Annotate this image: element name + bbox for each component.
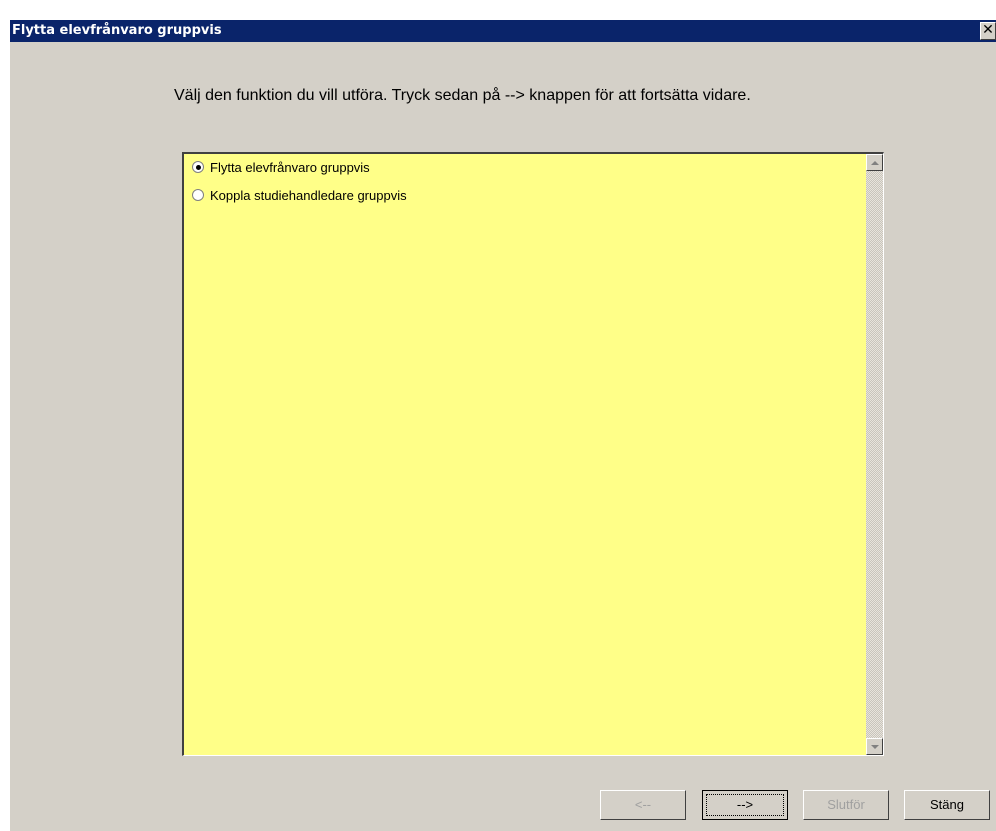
scroll-up-arrow-icon[interactable]	[866, 154, 883, 171]
radio-unselected-icon[interactable]	[192, 189, 204, 201]
title-bar: Flytta elevfrånvaro gruppvis ✕	[10, 20, 996, 42]
close-button[interactable]: Stäng	[904, 790, 990, 820]
wizard-dialog: Flytta elevfrånvaro gruppvis ✕ Välj den …	[0, 0, 996, 831]
back-button[interactable]: <--	[600, 790, 686, 820]
close-icon[interactable]: ✕	[980, 22, 996, 40]
option-flytta-elevfranvaro[interactable]: Flytta elevfrånvaro gruppvis	[192, 158, 370, 176]
option-label: Flytta elevfrånvaro gruppvis	[210, 159, 370, 175]
next-button[interactable]: -->	[702, 790, 788, 820]
option-koppla-studiehandledare[interactable]: Koppla studiehandledare gruppvis	[192, 186, 407, 204]
dialog-title: Flytta elevfrånvaro gruppvis	[12, 23, 222, 38]
vertical-scrollbar[interactable]	[866, 154, 883, 755]
dialog-body: Välj den funktion du vill utföra. Tryck …	[10, 42, 996, 831]
finish-button[interactable]: Slutför	[803, 790, 889, 820]
option-label: Koppla studiehandledare gruppvis	[210, 187, 407, 203]
radio-selected-icon[interactable]	[192, 161, 204, 173]
instruction-text: Välj den funktion du vill utföra. Tryck …	[174, 87, 751, 104]
function-list[interactable]: Flytta elevfrånvaro gruppvis Koppla stud…	[182, 152, 884, 756]
scroll-down-arrow-icon[interactable]	[866, 738, 883, 755]
